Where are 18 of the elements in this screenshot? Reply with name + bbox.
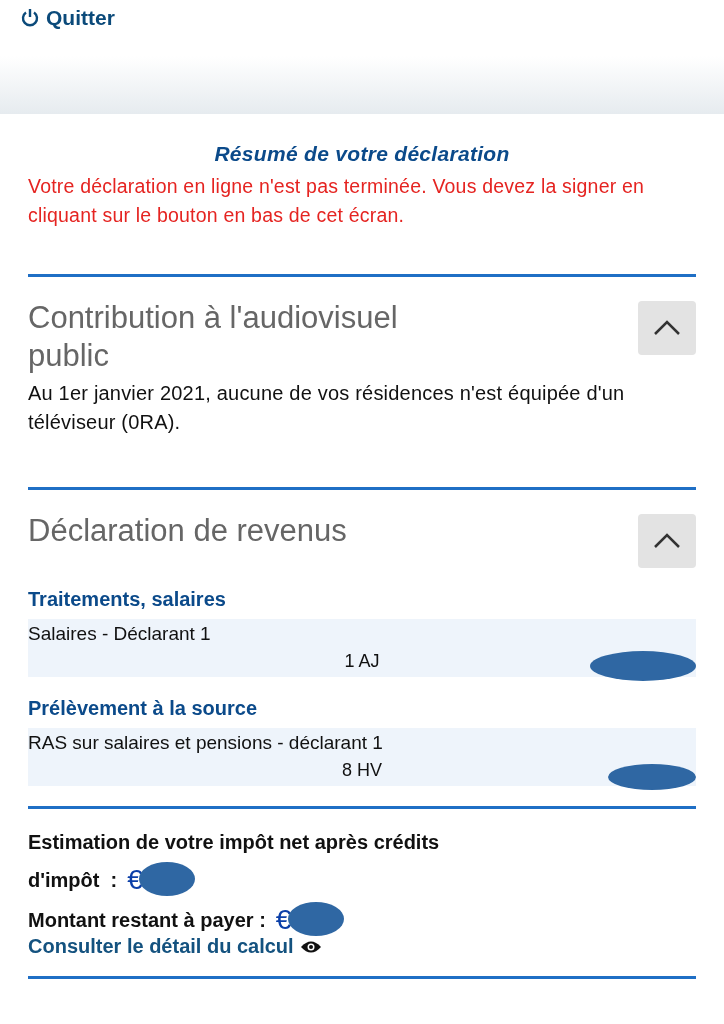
- total-label: Montant restant à payer :: [28, 908, 266, 933]
- group-heading: Traitements, salaires: [28, 588, 227, 611]
- row-label: Salaires - Déclarant 1: [28, 623, 211, 645]
- total-label: d'impôt :: [28, 868, 118, 893]
- summary-title: Résumé de votre déclaration: [213, 142, 511, 166]
- box-code: 8 HV: [342, 760, 382, 781]
- total-label: Estimation de votre impôt net après crédits: [28, 830, 440, 855]
- detail-link[interactable]: Consulter le détail du calcul: [28, 935, 294, 958]
- box-code: 1 AJ: [344, 651, 380, 672]
- section-text: Au 1er janvier 2021, aucune de vos résidences n'est équipée d'un téléviseur (0RA).: [28, 381, 626, 435]
- row-label: RAS sur salaires et pensions - déclarant 1: [28, 732, 383, 754]
- section-title: Contribution à l'audiovisuel public: [28, 299, 399, 375]
- currency-symbol: €: [275, 903, 292, 937]
- section-title: Déclaration de revenus: [28, 512, 348, 550]
- warning-message: Votre déclaration en ligne n'est pas terminée. Vous devez la signer en cliquant sur le bouton en bas de cet écran.: [28, 174, 646, 228]
- group-heading: Prélèvement à la source: [28, 697, 258, 720]
- quit-button[interactable]: Quitter: [20, 6, 115, 30]
- currency-symbol: €: [127, 863, 143, 897]
